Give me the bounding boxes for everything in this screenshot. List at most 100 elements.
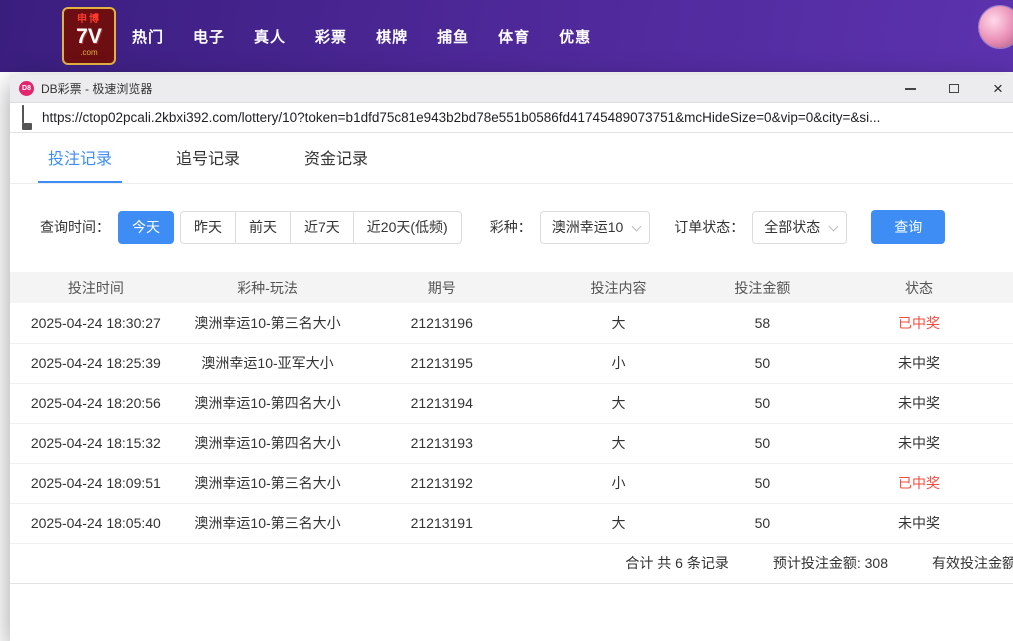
bet-records-table: 投注时间 彩种-玩法 期号 投注内容 投注金额 状态 2025-04-24 18… [10, 272, 1013, 544]
window-controls: × [888, 75, 1013, 102]
table-header-row: 投注时间 彩种-玩法 期号 投注内容 投注金额 状态 [10, 272, 1013, 303]
minimize-button[interactable] [888, 75, 932, 102]
cell-amount: 50 [707, 463, 818, 503]
lock-icon [22, 106, 33, 130]
cell-content: 大 [530, 503, 707, 543]
time-filter-today[interactable]: 今天 [118, 211, 174, 244]
cell-play: 澳洲幸运10-第四名大小 [182, 423, 354, 463]
record-tabs: 投注记录 追号记录 资金记录 [10, 133, 1013, 184]
nav-item-sports[interactable]: 体育 [498, 26, 530, 47]
nav-item-lottery[interactable]: 彩票 [315, 26, 347, 47]
page-content: 投注记录 追号记录 资金记录 查询时间： 今天 昨天 前天 近7天 近20天(低… [10, 133, 1013, 641]
summary-valid-amount: 有效投注金额 [932, 553, 1013, 573]
app-icon: D8 [19, 81, 34, 96]
lottery-select[interactable]: 澳洲幸运10 [540, 211, 651, 244]
summary-bar: 合计 共 6 条记录 预计投注金额: 308 有效投注金额 [10, 544, 1013, 584]
time-filter-label: 查询时间： [40, 217, 110, 237]
cell-time: 2025-04-24 18:30:27 [10, 303, 182, 343]
order-status-label: 订单状态： [674, 217, 744, 237]
table-row: 2025-04-24 18:25:39 澳洲幸运10-亚军大小 21213195… [10, 343, 1013, 383]
close-button[interactable]: × [976, 75, 1013, 102]
cell-time: 2025-04-24 18:09:51 [10, 463, 182, 503]
nav-item-slots[interactable]: 电子 [193, 26, 225, 47]
summary-total-records: 合计 共 6 条记录 [625, 553, 728, 573]
order-status-value: 全部状态 [764, 217, 820, 237]
site-header: 申博 7V .com 热门 电子 真人 彩票 棋牌 捕鱼 体育 优惠 [0, 0, 1013, 72]
cell-issue: 21213192 [353, 463, 530, 503]
logo-text-bottom: .com [64, 48, 114, 57]
chevron-down-icon [632, 221, 642, 231]
tab-fund-records[interactable]: 资金记录 [294, 133, 378, 183]
table-row: 2025-04-24 18:09:51 澳洲幸运10-第三名大小 2121319… [10, 463, 1013, 503]
cell-play: 澳洲幸运10-第三名大小 [182, 303, 354, 343]
time-filter-7days[interactable]: 近7天 [290, 211, 354, 244]
col-header-time: 投注时间 [10, 272, 182, 303]
table-row: 2025-04-24 18:15:32 澳洲幸运10-第四名大小 2121319… [10, 423, 1013, 463]
nav-item-live[interactable]: 真人 [254, 26, 286, 47]
cell-content: 小 [530, 343, 707, 383]
cell-issue: 21213193 [353, 423, 530, 463]
avatar[interactable] [979, 6, 1013, 48]
cell-time: 2025-04-24 18:05:40 [10, 503, 182, 543]
cell-content: 小 [530, 463, 707, 503]
browser-urlbar[interactable]: https://ctop02pcali.2kbxi392.com/lottery… [10, 103, 1013, 133]
col-header-status: 状态 [818, 272, 1013, 303]
cell-status: 未中奖 [818, 423, 1013, 463]
cell-play: 澳洲幸运10-第三名大小 [182, 503, 354, 543]
cell-content: 大 [530, 303, 707, 343]
cell-play: 澳洲幸运10-第三名大小 [182, 463, 354, 503]
col-header-content: 投注内容 [530, 272, 707, 303]
col-header-amount: 投注金额 [707, 272, 818, 303]
cell-play: 澳洲幸运10-亚军大小 [182, 343, 354, 383]
logo-text-top: 申博 [64, 10, 114, 25]
url-text[interactable]: https://ctop02pcali.2kbxi392.com/lottery… [42, 110, 880, 125]
cell-amount: 58 [707, 303, 818, 343]
cell-issue: 21213194 [353, 383, 530, 423]
order-status-select[interactable]: 全部状态 [752, 211, 847, 244]
filter-bar: 查询时间： 今天 昨天 前天 近7天 近20天(低频) 彩种： 澳洲幸运10 订… [10, 184, 1013, 244]
time-filter-yesterday[interactable]: 昨天 [180, 211, 236, 244]
cell-content: 大 [530, 423, 707, 463]
search-button[interactable]: 查询 [871, 210, 945, 244]
col-header-play: 彩种-玩法 [182, 272, 354, 303]
cell-amount: 50 [707, 383, 818, 423]
cell-play: 澳洲幸运10-第四名大小 [182, 383, 354, 423]
col-header-issue: 期号 [353, 272, 530, 303]
tab-chase-records[interactable]: 追号记录 [166, 133, 250, 183]
table-row: 2025-04-24 18:05:40 澳洲幸运10-第三名大小 2121319… [10, 503, 1013, 543]
cell-amount: 50 [707, 503, 818, 543]
lottery-filter-label: 彩种： [490, 217, 532, 237]
minimize-icon [905, 88, 916, 90]
table-row: 2025-04-24 18:20:56 澳洲幸运10-第四名大小 2121319… [10, 383, 1013, 423]
cell-issue: 21213196 [353, 303, 530, 343]
logo-text-main: 7V [64, 25, 114, 48]
maximize-icon [949, 84, 959, 93]
chevron-down-icon [829, 221, 839, 231]
site-logo[interactable]: 申博 7V .com [62, 7, 116, 65]
cell-issue: 21213191 [353, 503, 530, 543]
lottery-select-value: 澳洲幸运10 [552, 217, 624, 237]
tab-bet-records[interactable]: 投注记录 [38, 133, 122, 183]
nav-item-fishing[interactable]: 捕鱼 [437, 26, 469, 47]
cell-status: 已中奖 [818, 303, 1013, 343]
cell-issue: 21213195 [353, 343, 530, 383]
cell-time: 2025-04-24 18:25:39 [10, 343, 182, 383]
browser-titlebar[interactable]: D8 DB彩票 - 极速浏览器 × [10, 75, 1013, 103]
cell-time: 2025-04-24 18:20:56 [10, 383, 182, 423]
cell-amount: 50 [707, 343, 818, 383]
nav-item-hot[interactable]: 热门 [132, 26, 164, 47]
close-icon: × [993, 80, 1003, 97]
cell-content: 大 [530, 383, 707, 423]
window-title: DB彩票 - 极速浏览器 [41, 80, 152, 97]
nav-item-cards[interactable]: 棋牌 [376, 26, 408, 47]
maximize-button[interactable] [932, 75, 976, 102]
main-nav: 热门 电子 真人 彩票 棋牌 捕鱼 体育 优惠 [132, 0, 591, 72]
cell-status: 未中奖 [818, 383, 1013, 423]
summary-expected-amount: 预计投注金额: 308 [773, 553, 888, 573]
browser-window: D8 DB彩票 - 极速浏览器 × https://ctop02pcali.2k… [10, 75, 1013, 641]
cell-time: 2025-04-24 18:15:32 [10, 423, 182, 463]
cell-amount: 50 [707, 423, 818, 463]
time-filter-20days[interactable]: 近20天(低频) [353, 211, 462, 244]
nav-item-promo[interactable]: 优惠 [559, 26, 591, 47]
time-filter-day-before[interactable]: 前天 [235, 211, 291, 244]
